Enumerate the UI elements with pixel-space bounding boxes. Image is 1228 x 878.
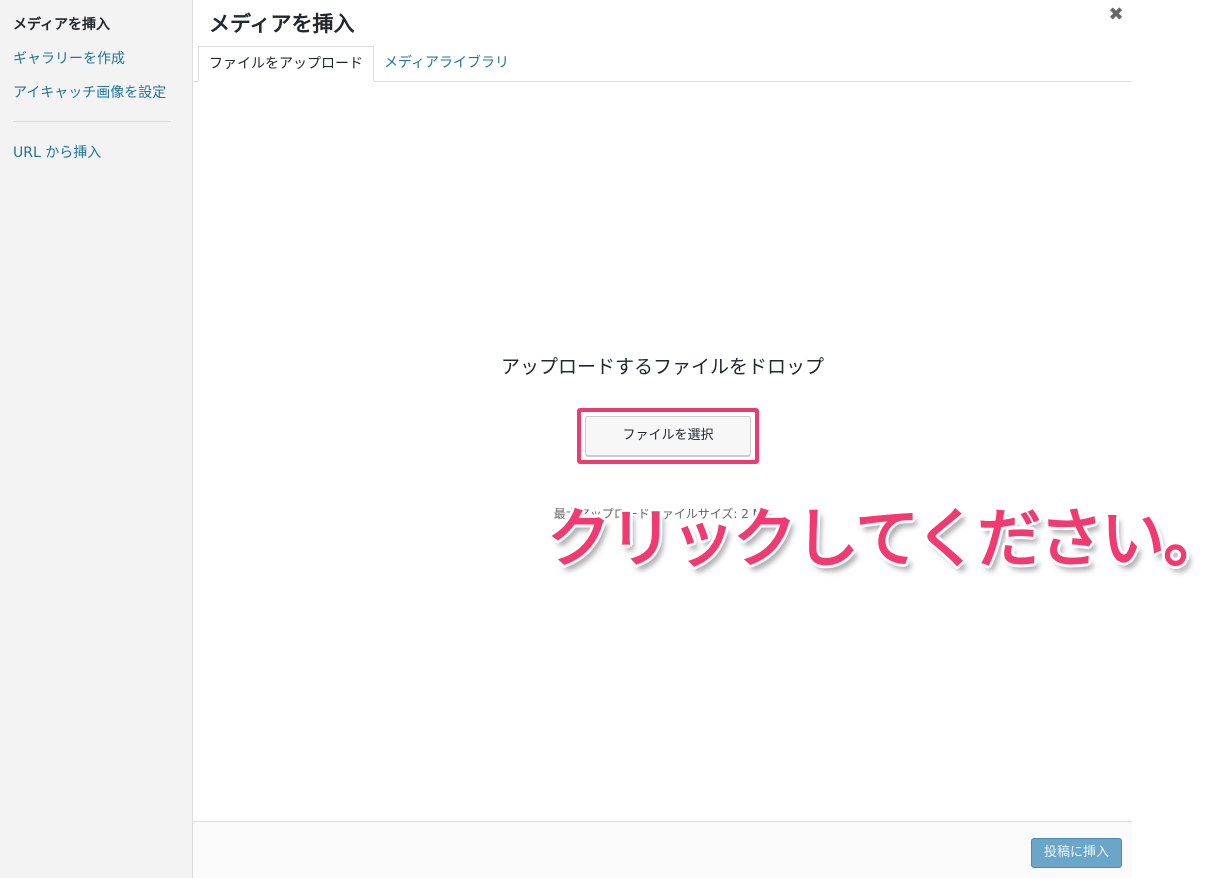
tab-media-library[interactable]: メディアライブラリ	[374, 46, 519, 82]
select-files-button[interactable]: ファイルを選択	[585, 416, 751, 456]
close-icon[interactable]: ✖	[1105, 4, 1127, 26]
menu-item-set-featured-image[interactable]: アイキャッチ画像を設定	[13, 82, 166, 102]
media-menu-sidebar: メディアを挿入 ギャラリーを作成 アイキャッチ画像を設定 URL から挿入	[0, 0, 193, 878]
menu-separator	[13, 121, 171, 122]
menu-item-insert-media[interactable]: メディアを挿入	[13, 14, 110, 34]
tab-upload-files[interactable]: ファイルをアップロード	[198, 46, 374, 82]
menu-item-create-gallery[interactable]: ギャラリーを作成	[13, 48, 125, 68]
frame-title: メディアを挿入	[209, 12, 355, 36]
menu-item-insert-from-url[interactable]: URL から挿入	[13, 142, 101, 162]
media-frame: メディアを挿入 ✖ ファイルをアップロード メディアライブラリ アップロードする…	[193, 0, 1227, 878]
click-annotation-overlay: クリックしてください。	[547, 503, 1227, 577]
insert-into-post-button[interactable]: 投稿に挿入	[1031, 838, 1122, 868]
media-toolbar: 投稿に挿入	[193, 821, 1132, 878]
media-modal: メディアを挿入 ギャラリーを作成 アイキャッチ画像を設定 URL から挿入 メデ…	[0, 0, 1228, 878]
upload-instructions: アップロードするファイルをドロップ	[500, 356, 824, 378]
